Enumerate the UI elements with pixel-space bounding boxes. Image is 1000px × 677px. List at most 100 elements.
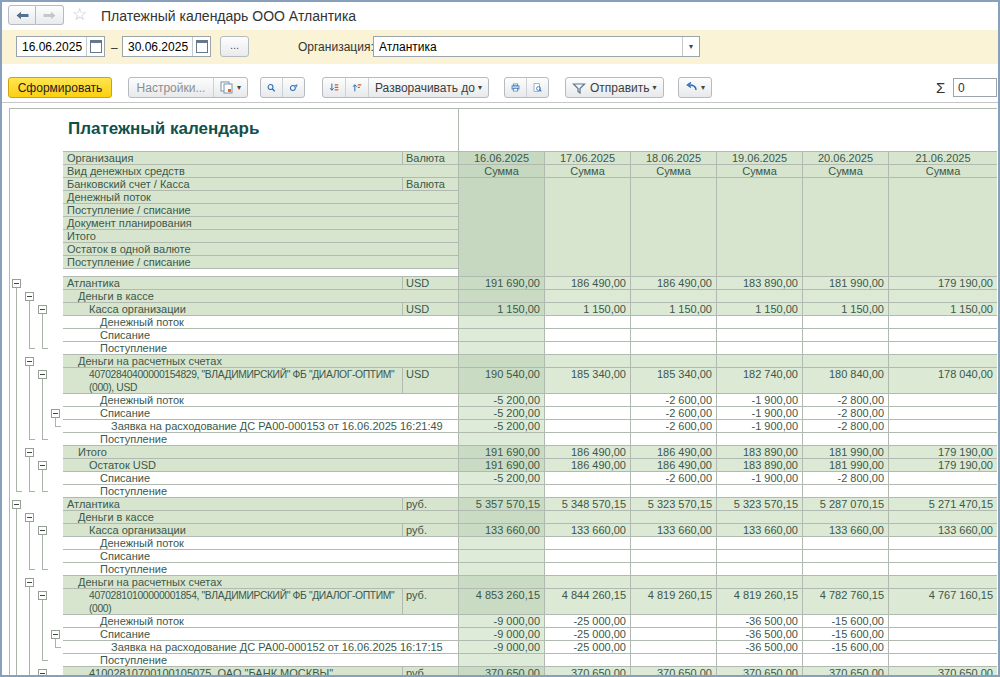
amount-cell[interactable] (717, 290, 803, 303)
settings-button[interactable]: Настройки... (129, 78, 213, 97)
date-header-cell[interactable] (889, 243, 997, 256)
amount-cell[interactable] (459, 342, 545, 355)
amount-cell[interactable]: 191 690,00 (459, 459, 545, 472)
amount-cell[interactable]: 191 690,00 (459, 446, 545, 459)
header-currency-cell[interactable]: Валюта (403, 178, 459, 191)
date-header-cell[interactable] (459, 243, 545, 256)
amount-cell[interactable]: 370 650,00 (631, 667, 717, 676)
date-header-cell[interactable]: Сумма (631, 165, 717, 178)
amount-cell[interactable]: 183 890,00 (717, 277, 803, 290)
date-header-cell[interactable] (889, 230, 997, 243)
amount-cell[interactable] (545, 420, 631, 433)
amount-cell[interactable]: 191 690,00 (459, 277, 545, 290)
amount-cell[interactable]: -25 000,00 (545, 641, 631, 654)
amount-cell[interactable] (459, 576, 545, 589)
organization-dropdown-button[interactable]: ▾ (682, 37, 699, 56)
date-header-cell[interactable] (889, 204, 997, 217)
amount-cell[interactable] (803, 654, 889, 667)
amount-cell[interactable]: -2 800,00 (803, 472, 889, 485)
date-header-cell[interactable] (889, 178, 997, 191)
amount-cell[interactable]: 5 287 070,15 (803, 498, 889, 511)
header-label-cell[interactable]: Поступление / списание (63, 204, 459, 217)
date-header-cell[interactable] (717, 217, 803, 230)
amount-cell[interactable] (631, 290, 717, 303)
date-header-cell[interactable] (545, 191, 631, 204)
amount-cell[interactable]: 1 150,00 (803, 303, 889, 316)
amount-cell[interactable] (889, 420, 997, 433)
preview-button[interactable] (526, 78, 548, 97)
amount-cell[interactable] (889, 407, 997, 420)
header-label-cell[interactable]: Организация (63, 152, 403, 165)
amount-cell[interactable] (717, 563, 803, 576)
date-header-cell[interactable] (889, 256, 997, 269)
header-label-cell[interactable]: Вид денежных средств (63, 165, 459, 178)
amount-cell[interactable] (803, 355, 889, 368)
amount-cell[interactable]: 5 323 570,15 (631, 498, 717, 511)
amount-cell[interactable] (803, 433, 889, 446)
organization-combobox[interactable]: Атлантика ▾ (373, 36, 700, 57)
row-label-cell[interactable]: Поступление (63, 485, 459, 498)
amount-cell[interactable]: 190 540,00 (459, 368, 545, 394)
amount-cell[interactable] (889, 654, 997, 667)
amount-cell[interactable]: -2 800,00 (803, 394, 889, 407)
date-header-cell[interactable] (459, 191, 545, 204)
amount-cell[interactable]: 186 490,00 (631, 446, 717, 459)
date-header-cell[interactable]: 18.06.2025 (631, 152, 717, 165)
date-header-cell[interactable] (717, 243, 803, 256)
amount-cell[interactable]: 4 844 260,15 (545, 589, 631, 615)
amount-cell[interactable] (631, 485, 717, 498)
amount-cell[interactable]: 179 190,00 (889, 277, 997, 290)
collapse-all-button[interactable] (323, 78, 345, 97)
row-label-cell[interactable]: Списание (63, 329, 459, 342)
date-header-cell[interactable] (803, 204, 889, 217)
date-header-cell[interactable] (717, 204, 803, 217)
amount-cell[interactable] (459, 316, 545, 329)
date-header-cell[interactable]: Сумма (717, 165, 803, 178)
amount-cell[interactable] (889, 615, 997, 628)
row-currency-cell[interactable]: USD (403, 277, 459, 290)
expand-all-button[interactable] (345, 78, 368, 97)
amount-cell[interactable] (803, 290, 889, 303)
amount-cell[interactable]: -5 200,00 (459, 472, 545, 485)
date-header-cell[interactable]: Сумма (803, 165, 889, 178)
date-header-cell[interactable] (545, 204, 631, 217)
amount-cell[interactable] (545, 394, 631, 407)
row-label-cell[interactable]: Касса организации (63, 303, 403, 316)
row-currency-cell[interactable]: руб. (403, 524, 459, 537)
header-currency-cell[interactable]: Валюта (403, 152, 459, 165)
amount-cell[interactable]: -1 900,00 (717, 407, 803, 420)
amount-cell[interactable] (889, 342, 997, 355)
date-header-cell[interactable]: 17.06.2025 (545, 152, 631, 165)
amount-cell[interactable]: 179 190,00 (889, 446, 997, 459)
date-from-input[interactable]: 16.06.2025 (16, 36, 105, 57)
date-header-cell[interactable] (889, 217, 997, 230)
header-label-cell[interactable]: Документ планирования (63, 217, 459, 230)
amount-cell[interactable] (631, 641, 717, 654)
row-label-cell[interactable]: Денежный поток (63, 316, 459, 329)
amount-cell[interactable] (889, 472, 997, 485)
amount-cell[interactable] (545, 342, 631, 355)
amount-cell[interactable]: 133 660,00 (803, 524, 889, 537)
date-header-cell[interactable]: 19.06.2025 (717, 152, 803, 165)
amount-cell[interactable] (631, 316, 717, 329)
amount-cell[interactable] (545, 511, 631, 524)
amount-cell[interactable] (631, 615, 717, 628)
amount-cell[interactable] (545, 576, 631, 589)
amount-cell[interactable] (545, 355, 631, 368)
date-header-cell[interactable]: Сумма (889, 165, 997, 178)
amount-cell[interactable] (889, 433, 997, 446)
amount-cell[interactable] (631, 550, 717, 563)
amount-cell[interactable]: 370 650,00 (803, 667, 889, 676)
row-label-cell[interactable]: Заявка на расходование ДС РА00-000152 от… (63, 641, 459, 654)
amount-cell[interactable] (717, 511, 803, 524)
amount-cell[interactable] (803, 316, 889, 329)
amount-cell[interactable] (717, 576, 803, 589)
history-button[interactable]: ▾ (679, 78, 711, 97)
amount-cell[interactable]: -15 600,00 (803, 615, 889, 628)
amount-cell[interactable]: 5 323 570,15 (717, 498, 803, 511)
amount-cell[interactable]: -2 600,00 (631, 394, 717, 407)
row-label-cell[interactable]: Атлантика (63, 277, 403, 290)
collapse-toggle[interactable] (38, 591, 47, 600)
amount-cell[interactable] (545, 550, 631, 563)
row-label-cell[interactable]: Деньги на расчетных счетах (63, 355, 459, 368)
